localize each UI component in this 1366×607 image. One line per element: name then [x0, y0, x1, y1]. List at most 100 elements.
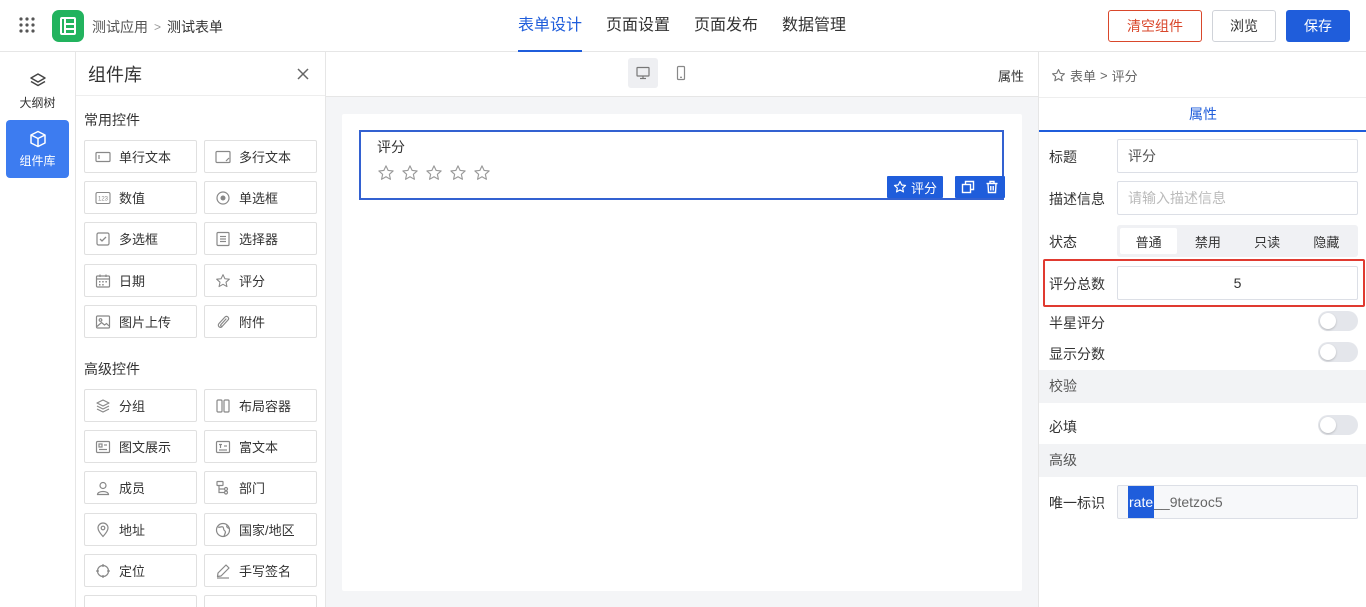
- component-date[interactable]: 日期: [84, 264, 197, 297]
- mobile-view-button[interactable]: [666, 58, 696, 88]
- component-checkbox[interactable]: 多选框: [84, 222, 197, 255]
- description-input[interactable]: 请输入描述信息: [1117, 181, 1358, 215]
- close-icon[interactable]: [295, 66, 311, 82]
- title-input[interactable]: 评分: [1117, 139, 1358, 173]
- layers-icon: [95, 398, 111, 414]
- list-select-icon: [215, 231, 231, 247]
- component-layout-container[interactable]: 布局容器: [204, 389, 317, 422]
- preview-button[interactable]: 浏览: [1212, 10, 1276, 42]
- attributes-link[interactable]: 属性: [998, 66, 1024, 85]
- component-radio[interactable]: 单选框: [204, 181, 317, 214]
- desktop-icon: [635, 65, 651, 81]
- component-group[interactable]: 分组: [84, 389, 197, 422]
- tab-data-management[interactable]: 数据管理: [770, 0, 858, 52]
- component-image-upload[interactable]: 图片上传: [84, 305, 197, 338]
- component-address[interactable]: 地址: [84, 513, 197, 546]
- pen-icon: [215, 563, 231, 579]
- tab-properties[interactable]: 属性: [1039, 97, 1366, 132]
- rating-star-icon[interactable]: [401, 164, 419, 182]
- component-multi-line-text[interactable]: 多行文本: [204, 140, 317, 173]
- breadcrumb-separator: >: [1100, 68, 1108, 83]
- save-button[interactable]: 保存: [1286, 10, 1350, 42]
- breadcrumb-app[interactable]: 测试应用: [92, 17, 148, 37]
- calendar-icon: [95, 273, 111, 289]
- component-image-text[interactable]: 图文展示: [84, 430, 197, 463]
- rating-star-icon[interactable]: [473, 164, 491, 182]
- component-label: 选择器: [239, 232, 279, 247]
- canvas-toolbar: 属性: [326, 52, 1038, 97]
- required-toggle[interactable]: [1318, 415, 1358, 435]
- component-label: 评分: [239, 274, 266, 289]
- validation-section: 校验: [1039, 370, 1366, 403]
- state-label: 状态: [1049, 234, 1077, 250]
- rail-item-outline[interactable]: 大纲树: [6, 62, 69, 120]
- text-input-icon: [95, 149, 111, 165]
- component-label: 单选框: [239, 191, 279, 206]
- app-grid-icon[interactable]: [18, 16, 36, 34]
- field-type-tag: 评分: [887, 176, 943, 198]
- number-icon: 123: [95, 190, 111, 206]
- tab-page-publish[interactable]: 页面发布: [682, 0, 770, 52]
- component-department[interactable]: 部门: [204, 471, 317, 504]
- state-option-hidden[interactable]: 隐藏: [1298, 228, 1355, 254]
- breadcrumb-root[interactable]: 表单: [1070, 66, 1096, 85]
- app-logo-icon[interactable]: [52, 10, 84, 42]
- top-bar: 测试应用 > 测试表单 表单设计 页面设置 页面发布 数据管理 清空组件 浏览 …: [0, 0, 1366, 52]
- unique-id-selected-text: rate: [1128, 486, 1155, 518]
- component-number[interactable]: 123 数值: [84, 181, 197, 214]
- component-label: 部门: [239, 481, 266, 496]
- library-title: 组件库: [88, 64, 142, 85]
- component-signature[interactable]: 手写签名: [204, 554, 317, 587]
- rating-star-icon[interactable]: [377, 164, 395, 182]
- main-tabs: 表单设计 页面设置 页面发布 数据管理: [506, 0, 858, 52]
- rich-text-icon: [215, 439, 231, 455]
- half-star-toggle[interactable]: [1318, 311, 1358, 331]
- checkbox-icon: [95, 231, 111, 247]
- unique-id-input[interactable]: rate __9tetzoc5: [1117, 485, 1358, 519]
- state-option-normal[interactable]: 普通: [1120, 228, 1178, 254]
- component-single-line-text[interactable]: 单行文本: [84, 140, 197, 173]
- state-segmented-control: 普通 禁用 只读 隐藏: [1117, 225, 1358, 257]
- cube-icon: [29, 130, 47, 148]
- breadcrumb: 测试应用 > 测试表单: [92, 17, 223, 37]
- rating-field-selected[interactable]: 评分 评分: [359, 130, 1005, 200]
- advanced-section: 高级: [1039, 444, 1366, 477]
- show-score-toggle[interactable]: [1318, 342, 1358, 362]
- clear-components-button[interactable]: 清空组件: [1108, 10, 1202, 42]
- paperclip-icon: [215, 314, 231, 330]
- desktop-view-button[interactable]: [628, 58, 658, 88]
- component-rating[interactable]: 评分: [204, 264, 317, 297]
- component-label: 日期: [119, 274, 146, 289]
- org-tree-icon: [215, 480, 231, 496]
- required-label: 必填: [1049, 419, 1077, 435]
- copy-icon[interactable]: [961, 180, 975, 194]
- component-more-2[interactable]: [204, 595, 317, 607]
- component-location[interactable]: 定位: [84, 554, 197, 587]
- rating-star-icon[interactable]: [449, 164, 467, 182]
- rating-stars: [377, 164, 491, 182]
- tab-form-design[interactable]: 表单设计: [506, 0, 594, 52]
- rail-item-components[interactable]: 组件库: [6, 120, 69, 178]
- left-rail: 大纲树 组件库: [0, 52, 76, 607]
- image-icon: [95, 314, 111, 330]
- unique-id-rest-text: __9tetzoc5: [1154, 494, 1223, 510]
- rating-star-icon[interactable]: [425, 164, 443, 182]
- state-option-readonly[interactable]: 只读: [1239, 228, 1296, 254]
- component-country-region[interactable]: 国家/地区: [204, 513, 317, 546]
- component-label: 定位: [119, 564, 146, 579]
- component-member[interactable]: 成员: [84, 471, 197, 504]
- half-star-label: 半星评分: [1049, 315, 1105, 331]
- component-label: 附件: [239, 315, 266, 330]
- state-option-disabled[interactable]: 禁用: [1179, 228, 1236, 254]
- component-more-1[interactable]: [84, 595, 197, 607]
- rating-total-input[interactable]: 5: [1117, 266, 1358, 300]
- rating-field-label: 评分: [377, 139, 405, 155]
- columns-icon: [215, 398, 231, 414]
- svg-text:123: 123: [98, 196, 109, 202]
- tab-page-settings[interactable]: 页面设置: [594, 0, 682, 52]
- mobile-icon: [673, 65, 689, 81]
- delete-icon[interactable]: [985, 180, 999, 194]
- component-select[interactable]: 选择器: [204, 222, 317, 255]
- component-attachment[interactable]: 附件: [204, 305, 317, 338]
- component-rich-text[interactable]: 富文本: [204, 430, 317, 463]
